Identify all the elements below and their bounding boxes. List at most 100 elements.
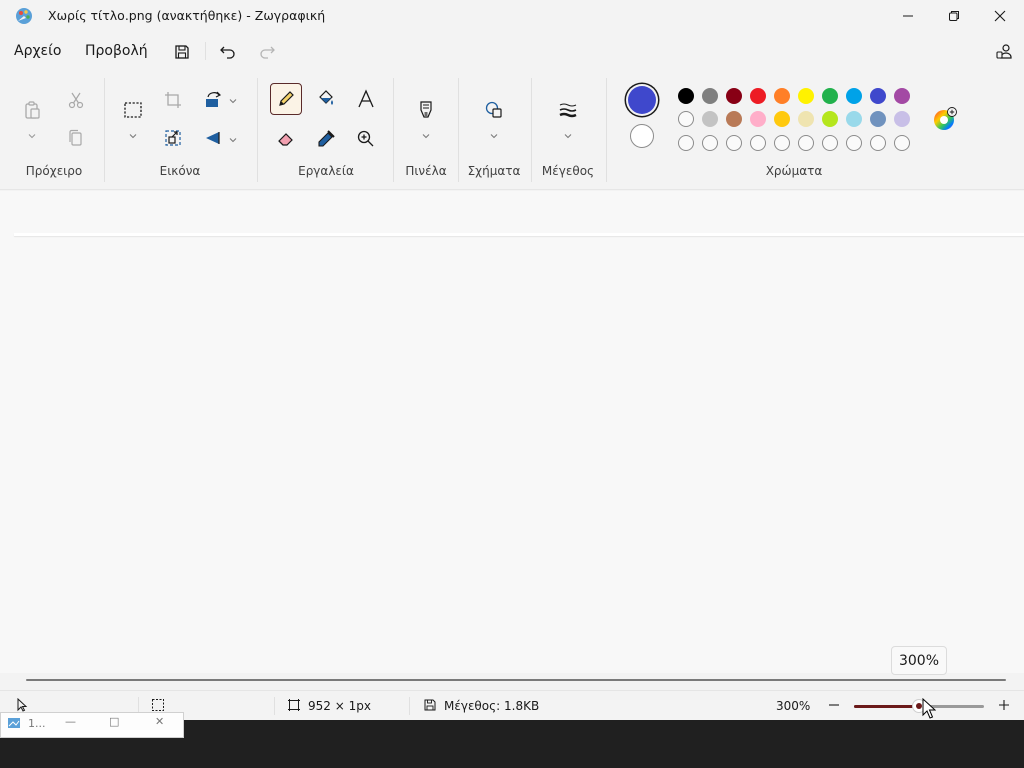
brushes-dropdown[interactable] [421,130,431,140]
custom-color-slot[interactable] [894,135,910,151]
zoom-slider-fill [854,705,919,708]
flip-dropdown[interactable] [228,134,238,144]
title-bar: Χωρίς τίτλο.png (ανακτήθηκε) - Ζωγραφική [0,0,1024,32]
custom-color-slot[interactable] [678,135,694,151]
color-wheel-icon [934,107,957,130]
line-width-icon [559,103,577,118]
canvas-size-icon [287,698,301,712]
select-dropdown[interactable] [128,130,138,140]
pencil-tool[interactable] [270,83,302,115]
menu-file[interactable]: Αρχείο [14,43,61,59]
custom-color-slot[interactable] [798,135,814,151]
thumb-close-icon[interactable]: ✕ [155,715,164,728]
custom-color-slot[interactable] [774,135,790,151]
drawing-canvas[interactable] [14,233,1024,236]
color-swatch[interactable] [822,88,838,104]
group-label-size: Μέγεθος [541,164,595,178]
custom-color-slot[interactable] [750,135,766,151]
crop-button[interactable] [157,84,189,116]
custom-color-slot[interactable] [702,135,718,151]
brushes-button[interactable] [410,94,442,126]
color-swatch[interactable] [726,88,742,104]
custom-color-slot[interactable] [726,135,742,151]
account-button[interactable] [991,39,1017,65]
color-swatch[interactable] [798,111,814,127]
ribbon-separator [458,78,459,182]
chevron-down-icon [129,134,137,139]
zoom-out-button[interactable] [827,698,841,712]
color2-selected[interactable] [630,124,654,148]
color-picker-tool[interactable] [310,123,342,155]
color-swatch[interactable] [846,111,862,127]
group-label-tools: Εργαλεία [298,164,354,178]
undo-icon [220,46,235,59]
shapes-dropdown[interactable] [489,130,499,140]
zoom-level-text: 300% [776,699,811,713]
thumb-minimize-icon[interactable]: — [65,715,76,728]
color1-selected[interactable] [628,86,656,114]
custom-color-slot[interactable] [822,135,838,151]
rotate-button[interactable] [197,84,229,116]
rotate-icon [206,91,222,107]
color-swatch[interactable] [774,111,790,127]
undo-button[interactable] [215,39,241,65]
eraser-tool[interactable] [270,123,302,155]
scissors-icon [68,92,84,109]
chevron-down-icon [422,134,430,139]
minimize-button[interactable] [885,0,931,32]
select-button[interactable] [117,94,149,126]
plus-icon [999,700,1009,710]
canvas-area[interactable] [0,191,1024,673]
color-swatch[interactable] [822,111,838,127]
color-swatch[interactable] [846,88,862,104]
color-swatch[interactable] [870,111,886,127]
taskbar-thumbnail[interactable]: 1... — □ ✕ [0,712,184,738]
menu-view[interactable]: Προβολή [85,43,148,59]
ribbon-separator [257,78,258,182]
selection-size-icon [151,698,165,712]
color-swatch[interactable] [750,88,766,104]
color-swatch[interactable] [678,111,694,127]
copy-icon [69,129,82,146]
save-button[interactable] [169,39,195,65]
group-label-shapes: Σχήματα [467,164,521,178]
redo-icon [260,46,275,59]
brush-icon [420,101,432,118]
copy-button[interactable] [60,122,92,154]
color-swatch[interactable] [678,88,694,104]
status-divider [274,697,275,715]
color-swatch[interactable] [726,111,742,127]
paste-button[interactable] [16,94,48,126]
text-tool[interactable] [350,83,382,115]
shapes-button[interactable] [478,94,510,126]
edit-colors-button[interactable] [929,103,961,135]
color-swatch[interactable] [750,111,766,127]
custom-color-slot[interactable] [846,135,862,151]
flip-button[interactable] [197,122,229,154]
thumb-maximize-icon[interactable]: □ [109,715,119,728]
restore-button[interactable] [931,0,977,32]
paste-dropdown[interactable] [27,130,37,140]
color-swatch[interactable] [894,88,910,104]
zoom-in-button[interactable] [997,698,1011,712]
color-swatch[interactable] [702,111,718,127]
magnifier-tool[interactable] [350,123,382,155]
custom-color-slot[interactable] [870,135,886,151]
group-label-clipboard: Πρόχειρο [25,164,83,178]
size-button[interactable] [552,94,584,126]
color-swatch[interactable] [798,88,814,104]
color-swatch[interactable] [702,88,718,104]
zoom-slider[interactable] [854,699,984,713]
size-dropdown[interactable] [563,130,573,140]
fill-tool[interactable] [310,83,342,115]
color-swatch[interactable] [870,88,886,104]
close-button[interactable] [977,0,1023,32]
redo-button[interactable] [254,39,280,65]
horizontal-scrollbar[interactable] [26,679,1006,681]
color-swatch[interactable] [774,88,790,104]
resize-button[interactable] [157,122,189,154]
mouse-cursor-icon [922,698,936,719]
color-swatch[interactable] [894,111,910,127]
cut-button[interactable] [60,84,92,116]
rotate-dropdown[interactable] [228,95,238,105]
